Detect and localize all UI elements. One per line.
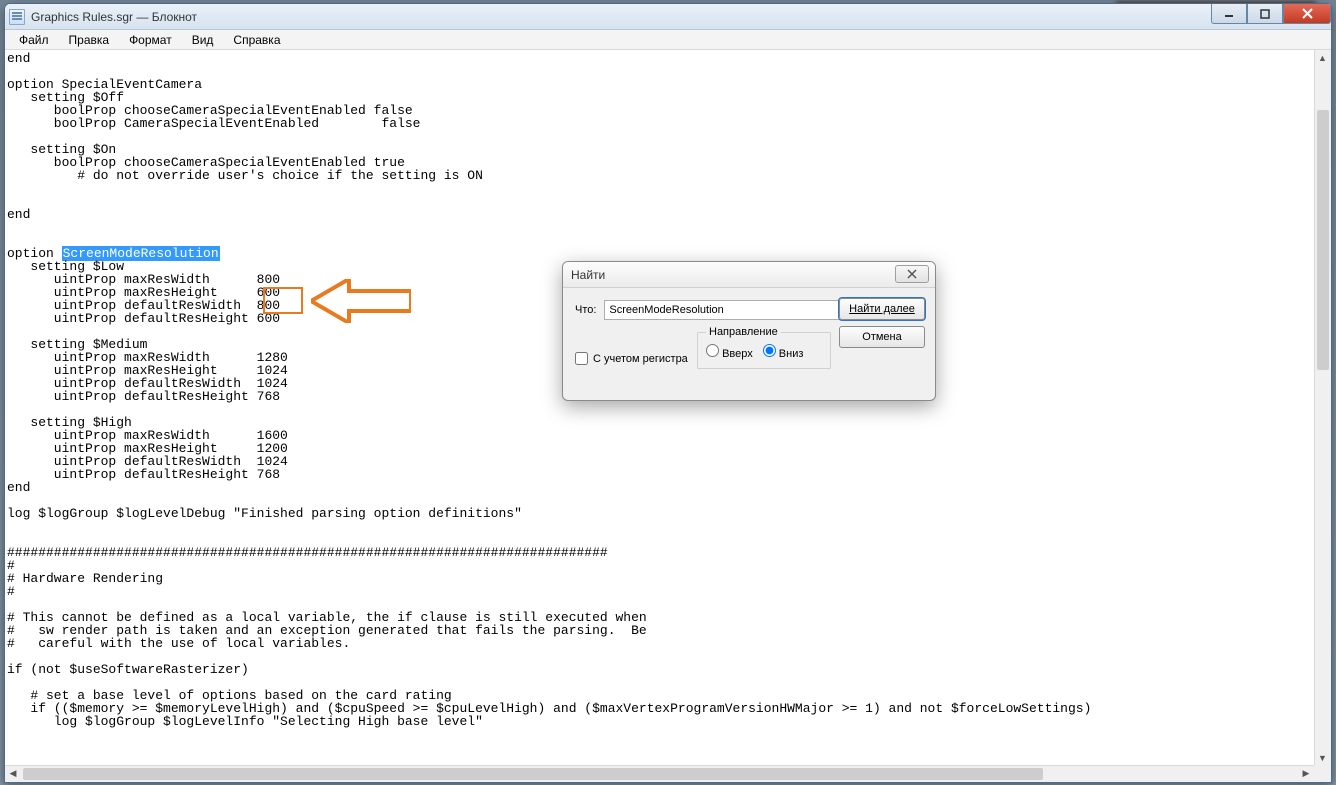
find-dialog-close-button[interactable] <box>895 265 929 283</box>
menu-format[interactable]: Формат <box>119 31 182 49</box>
scroll-left-icon[interactable]: ◀ <box>5 766 21 781</box>
find-dialog: Найти Что: Найти далее Отмена Направлени… <box>562 261 936 401</box>
up-label: Вверх <box>722 348 753 360</box>
scroll-thumb-h[interactable] <box>23 768 1043 780</box>
find-dialog-titlebar[interactable]: Найти <box>563 262 935 288</box>
menu-edit[interactable]: Правка <box>59 31 120 49</box>
direction-down-option[interactable]: Вниз <box>763 344 804 360</box>
menubar: Файл Правка Формат Вид Справка <box>5 30 1331 50</box>
scroll-right-icon[interactable]: ▶ <box>1298 766 1314 781</box>
menu-view[interactable]: Вид <box>182 31 224 49</box>
down-label: Вниз <box>779 348 804 360</box>
find-dialog-title: Найти <box>571 268 605 282</box>
close-icon <box>906 269 918 279</box>
direction-label: Направление <box>706 326 781 338</box>
notepad-icon <box>9 9 25 25</box>
minimize-button[interactable] <box>1211 4 1247 24</box>
cancel-button[interactable]: Отмена <box>839 326 925 348</box>
maximize-icon <box>1260 9 1270 19</box>
find-what-label: Что: <box>575 304 596 316</box>
menu-help[interactable]: Справка <box>223 31 290 49</box>
direction-up-option[interactable]: Вверх <box>706 344 753 360</box>
close-icon <box>1302 8 1313 19</box>
find-next-button[interactable]: Найти далее <box>839 298 925 320</box>
find-next-label: Найти далее <box>849 303 915 315</box>
scroll-thumb-v[interactable] <box>1317 110 1329 370</box>
horizontal-scrollbar[interactable]: ◀ ▶ <box>5 765 1314 782</box>
match-case-option[interactable]: С учетом регистра <box>575 352 688 365</box>
vertical-scrollbar[interactable]: ▲ ▼ <box>1314 50 1331 766</box>
window-title: Graphics Rules.sgr — Блокнот <box>31 10 197 24</box>
direction-down-radio[interactable] <box>763 344 776 357</box>
minimize-icon <box>1224 9 1234 19</box>
scroll-down-icon[interactable]: ▼ <box>1315 750 1330 766</box>
maximize-button[interactable] <box>1247 4 1283 24</box>
scroll-up-icon[interactable]: ▲ <box>1315 50 1330 66</box>
close-button[interactable] <box>1283 4 1331 24</box>
match-case-label: С учетом регистра <box>593 353 688 365</box>
text-area-container: end option SpecialEventCamera setting $O… <box>5 50 1331 782</box>
menu-file[interactable]: Файл <box>9 31 59 49</box>
direction-group: Направление Вверх Вниз <box>697 326 831 369</box>
titlebar[interactable]: Graphics Rules.sgr — Блокнот <box>5 4 1331 30</box>
match-case-checkbox[interactable] <box>575 352 588 365</box>
scroll-corner <box>1314 765 1331 782</box>
direction-up-radio[interactable] <box>706 344 719 357</box>
text-pre: end option SpecialEventCamera setting $O… <box>7 52 483 261</box>
text-editor[interactable]: end option SpecialEventCamera setting $O… <box>7 52 1313 764</box>
